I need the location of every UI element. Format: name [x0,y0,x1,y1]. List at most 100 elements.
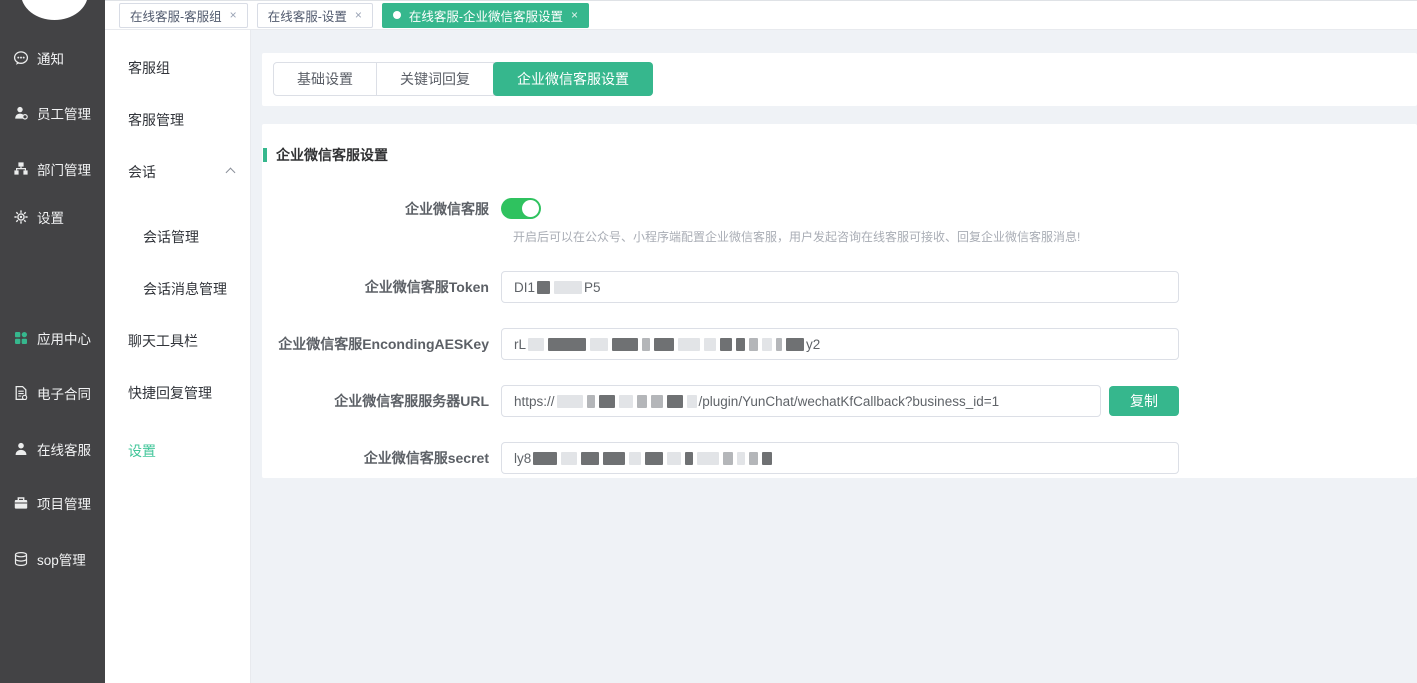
sidebar-item-online-service[interactable]: 在线客服 [13,439,91,459]
redacted-block [685,452,693,465]
sidebar-item-label: sop管理 [37,549,86,569]
redacted-block [537,281,550,294]
redacted-block [667,395,683,408]
field-label: 企业微信客服secret [263,448,501,468]
redacted-block [554,281,582,294]
redacted-block [651,395,663,408]
redacted-block [678,338,700,351]
database-icon [13,551,29,567]
redacted-block [749,338,758,351]
secret-input[interactable]: ly8 [501,442,1179,474]
field-label: 企业微信客服Token [263,277,501,297]
redacted-block [697,452,719,465]
chat-bubble-icon [13,50,29,66]
redacted-block [645,452,663,465]
redacted-block [612,338,638,351]
redacted-block [749,452,758,465]
redacted-block [736,338,745,351]
sidebar-item-notifications[interactable]: 通知 [13,48,64,68]
menu-item-session-message-management[interactable]: 会话消息管理 [143,279,227,299]
tab-label: 在线客服-企业微信客服设置 [409,6,563,25]
sidebar-item-label: 员工管理 [37,103,91,123]
close-icon[interactable]: × [355,9,362,21]
redacted-block [548,338,586,351]
sidebar-item-e-contract[interactable]: 电子合同 [13,383,91,403]
redacted-block [776,338,782,351]
redacted-block [581,452,599,465]
sidebar-item-label: 通知 [37,48,64,68]
sidebar-item-label: 电子合同 [37,383,91,403]
tabs-card: 基础设置 关键词回复 企业微信客服设置 [262,53,1417,106]
menu-item-sessions[interactable]: 会话 [128,162,156,182]
open-tabs-bar: 在线客服-客服组 × 在线客服-设置 × 在线客服-企业微信客服设置 × [105,0,1417,30]
redacted-block [704,338,716,351]
tab-wechat-kf-settings[interactable]: 在线客服-企业微信客服设置 × [382,3,589,28]
section-title: 企业微信客服设置 [276,145,388,165]
form-row-secret: 企业微信客服secret ly8 [263,442,1417,474]
redacted-block [528,338,544,351]
sidebar-item-sop[interactable]: sop管理 [13,549,86,569]
close-icon[interactable]: × [230,9,237,21]
form-row-toggle: 企业微信客服 [263,198,1417,219]
input-value-prefix: DI1 [514,280,535,295]
user-gear-icon [13,105,29,121]
redacted-block [533,452,557,465]
form-row-token: 企业微信客服Token DI1 P5 [263,271,1417,303]
form-card: 企业微信客服设置 企业微信客服 开启后可以在公众号、小程序端配置企业微信客服，用… [262,124,1417,478]
sidebar-item-label: 设置 [37,207,64,227]
menu-item-chat-toolbar[interactable]: 聊天工具栏 [128,331,198,351]
tab-basic-settings[interactable]: 基础设置 [274,63,377,95]
copy-button[interactable]: 复制 [1109,386,1179,416]
menu-item-quick-reply[interactable]: 快捷回复管理 [128,383,212,403]
menu-item-settings[interactable]: 设置 [128,441,156,461]
field-label: 企业微信客服服务器URL [263,391,501,411]
input-value-suffix: /plugin/YunChat/wechatKfCallback?busines… [699,394,1000,409]
section-accent-bar [263,148,267,162]
wechat-kf-form: 企业微信客服 开启后可以在公众号、小程序端配置企业微信客服，用户发起咨询在线客服… [263,198,1417,474]
section-header: 企业微信客服设置 [263,145,1417,165]
redacted-block [667,452,681,465]
field-label: 企业微信客服EncondingAESKey [263,334,501,354]
form-row-helper: 开启后可以在公众号、小程序端配置企业微信客服，用户发起咨询在线客服可接收、回复企… [263,219,1417,245]
tab-online-service-group[interactable]: 在线客服-客服组 × [119,3,248,28]
tab-keyword-reply[interactable]: 关键词回复 [377,63,494,95]
sidebar-item-label: 应用中心 [37,328,91,348]
toggle-knob [522,200,539,217]
redacted-block [654,338,674,351]
menu-item-label: 会话 [128,164,156,180]
tab-wechat-kf[interactable]: 企业微信客服设置 [493,62,653,96]
settings-tab-group: 基础设置 关键词回复 企业微信客服设置 [273,62,653,96]
main-content: 基础设置 关键词回复 企业微信客服设置 企业微信客服设置 企业微信客服 开启后可… [251,30,1417,683]
input-value-prefix: rL [514,337,526,352]
sidebar-item-app-center[interactable]: 应用中心 [13,328,91,348]
menu-item-session-management[interactable]: 会话管理 [143,227,199,247]
redacted-block [762,338,772,351]
wechat-kf-toggle[interactable] [501,198,541,219]
sidebar-item-departments[interactable]: 部门管理 [13,159,91,179]
menu-item-service-groups[interactable]: 客服组 [128,58,170,78]
sidebar-item-settings[interactable]: 设置 [13,207,64,227]
token-input[interactable]: DI1 P5 [501,271,1179,303]
redacted-block [590,338,608,351]
menu-item-service-management[interactable]: 客服管理 [128,110,184,130]
input-value-prefix: https:// [514,394,555,409]
server-url-input[interactable]: https:// /plugin/YunChat/wechatKfCallbac… [501,385,1101,417]
close-icon[interactable]: × [571,9,578,21]
redacted-block [603,452,625,465]
aeskey-input[interactable]: rL y2 [501,328,1179,360]
secondary-menu: 客服组 客服管理 会话 会话管理 会话消息管理 聊天工具栏 快捷回复管理 设置 [105,30,251,683]
tab-online-service-settings[interactable]: 在线客服-设置 × [257,3,373,28]
redacted-block [561,452,577,465]
sidebar-item-projects[interactable]: 项目管理 [13,493,91,513]
redacted-block [629,452,641,465]
sidebar-item-employees[interactable]: 员工管理 [13,103,91,123]
tab-label: 在线客服-设置 [268,6,347,25]
redacted-block [687,395,697,408]
logo-avatar[interactable] [21,0,88,20]
form-row-server-url: 企业微信客服服务器URL https:// /plugin/YunChat/we… [263,385,1417,417]
form-row-aeskey: 企业微信客服EncondingAESKey rL [263,328,1417,360]
redacted-block [557,395,583,408]
redacted-block [786,338,804,351]
primary-sidebar: 通知 员工管理 部门管理 设置 应用中心 电子合同 在线客服 [0,0,105,683]
gear-icon [13,209,29,225]
